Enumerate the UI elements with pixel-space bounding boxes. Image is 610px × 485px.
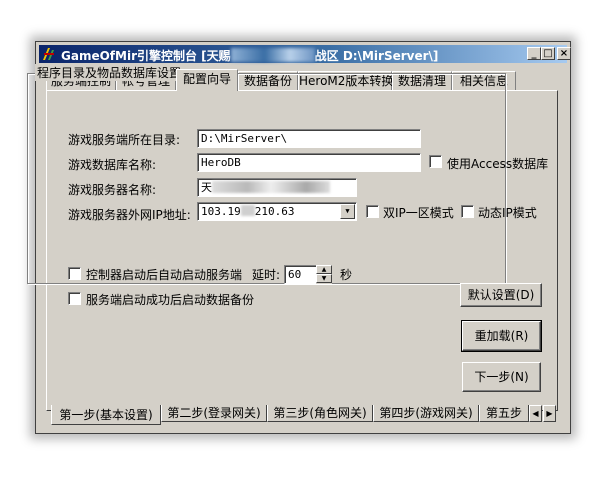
seconds-label: 秒	[340, 268, 353, 282]
dual-ip-label: 双IP一区模式	[383, 206, 454, 220]
scroll-right-icon[interactable]: ▶	[543, 405, 556, 422]
backup-label: 服务端启动成功后启动数据备份	[86, 293, 255, 307]
autostart-label: 控制器启动后自动启动服务端	[86, 268, 243, 282]
server-name-label: 游戏服务器名称:	[68, 183, 157, 197]
tab-step5[interactable]: 第五步	[479, 405, 529, 422]
delay-spinner[interactable]: ▲ ▼	[316, 265, 332, 284]
default-settings-button[interactable]: 默认设置(D)	[460, 283, 542, 307]
delay-label: 延时:	[252, 268, 281, 282]
next-button[interactable]: 下一步(N)	[462, 362, 541, 392]
tab-step3-role-gateway[interactable]: 第三步(角色网关)	[267, 405, 373, 422]
delay-input[interactable]: 60	[284, 265, 317, 284]
redacted-title	[230, 48, 315, 62]
minimize-button[interactable]: _	[527, 47, 541, 60]
use-access-checkbox[interactable]	[429, 155, 442, 168]
server-dir-input[interactable]: D:\MirServer\	[197, 129, 421, 148]
spin-up-icon[interactable]: ▲	[316, 265, 332, 274]
server-dir-label: 游戏服务端所在目录:	[68, 133, 181, 147]
db-name-label: 游戏数据库名称:	[68, 158, 157, 172]
tab-config-wizard[interactable]: 配置向导	[176, 69, 238, 91]
ip-combobox[interactable]: 103.19 210.63 ▼	[197, 202, 357, 221]
scroll-left-icon[interactable]: ◀	[529, 405, 542, 422]
title-bar[interactable]: GameOfMir引擎控制台 [天赐 战区 D:\MirServer\] _ □ …	[39, 45, 571, 63]
tab-step2-login-gateway[interactable]: 第二步(登录网关)	[161, 405, 267, 422]
group-title: 程序目录及物品数据库设置	[35, 64, 184, 81]
redacted-server-name	[212, 181, 330, 193]
window-title: GameOfMir引擎控制台 [天赐 战区 D:\MirServer\]	[61, 48, 439, 63]
ip-label: 游戏服务器外网IP地址:	[68, 208, 191, 222]
autostart-checkbox[interactable]	[68, 267, 81, 280]
spin-down-icon[interactable]: ▼	[316, 274, 332, 283]
redacted-ip	[240, 205, 255, 216]
dynamic-ip-label: 动态IP模式	[478, 206, 537, 220]
maximize-button[interactable]: □	[541, 47, 555, 60]
close-button[interactable]: ×	[557, 47, 571, 60]
app-logo-icon	[43, 48, 54, 60]
tab-step1-basic[interactable]: 第一步(基本设置)	[51, 405, 161, 425]
reload-button[interactable]: 重加载(R)	[461, 320, 542, 352]
db-name-input[interactable]: HeroDB	[197, 153, 421, 172]
tab-step4-game-gateway[interactable]: 第四步(游戏网关)	[373, 405, 479, 422]
server-name-input[interactable]: 天	[197, 178, 357, 197]
chevron-down-icon[interactable]: ▼	[340, 204, 355, 219]
dynamic-ip-checkbox[interactable]	[461, 205, 474, 218]
use-access-label: 使用Access数据库	[447, 157, 549, 171]
dual-ip-checkbox[interactable]	[366, 205, 379, 218]
backup-checkbox[interactable]	[68, 292, 81, 305]
